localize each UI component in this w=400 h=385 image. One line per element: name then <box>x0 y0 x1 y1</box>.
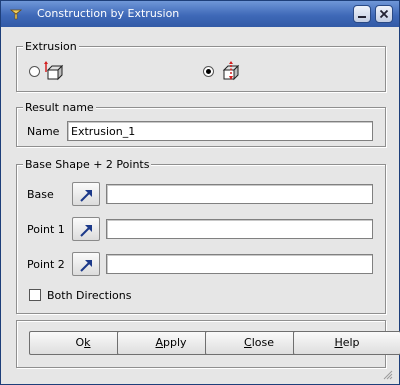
base-shape-points-group: Base Shape + 2 Points Base Point 1 Point… <box>16 158 386 314</box>
base-shape-points-legend: Base Shape + 2 Points <box>23 158 152 171</box>
point1-input[interactable] <box>106 219 373 239</box>
select-base-button[interactable] <box>72 182 100 206</box>
resize-grip-icon[interactable] <box>383 370 393 380</box>
extrude-two-directions-icon[interactable] <box>218 60 242 82</box>
point1-label: Point 1 <box>27 223 65 236</box>
close-window-button[interactable] <box>375 5 393 23</box>
result-name-legend: Result name <box>23 101 96 114</box>
result-name-group: Result name Name <box>16 101 386 147</box>
minimize-icon <box>358 16 366 18</box>
base-label: Base <box>27 188 54 201</box>
extrude-single-direction-icon[interactable] <box>43 60 67 82</box>
point2-input[interactable] <box>106 254 373 274</box>
dialog-body: Extrusion Result name Name Extrusion_1 B… <box>5 28 400 382</box>
extrusion-mode-radio-single[interactable] <box>29 66 40 77</box>
result-name-input[interactable] <box>67 121 373 141</box>
select-arrow-icon <box>80 260 92 272</box>
extrusion-group: Extrusion <box>16 40 386 92</box>
app-icon <box>9 9 23 20</box>
help-button[interactable]: Help <box>293 331 400 355</box>
extrusion-mode-radio-two-directions[interactable] <box>203 66 214 77</box>
window-title: Construction by Extrusion <box>37 7 180 20</box>
close-icon <box>379 9 389 19</box>
minimize-button[interactable] <box>353 5 371 23</box>
extrusion-legend: Extrusion <box>23 40 79 53</box>
name-label: Name <box>27 125 60 138</box>
both-directions-label[interactable]: Both Directions <box>47 289 131 302</box>
point2-label: Point 2 <box>27 258 65 271</box>
select-point2-button[interactable] <box>72 252 100 276</box>
dialog-window: Construction by Extrusion Extrusion Resu… <box>0 0 400 385</box>
select-arrow-icon <box>80 190 92 202</box>
select-arrow-icon <box>80 225 92 237</box>
both-directions-checkbox[interactable] <box>29 289 41 301</box>
title-bar[interactable]: Construction by Extrusion <box>1 1 399 27</box>
select-point1-button[interactable] <box>72 217 100 241</box>
base-input[interactable] <box>106 184 373 204</box>
